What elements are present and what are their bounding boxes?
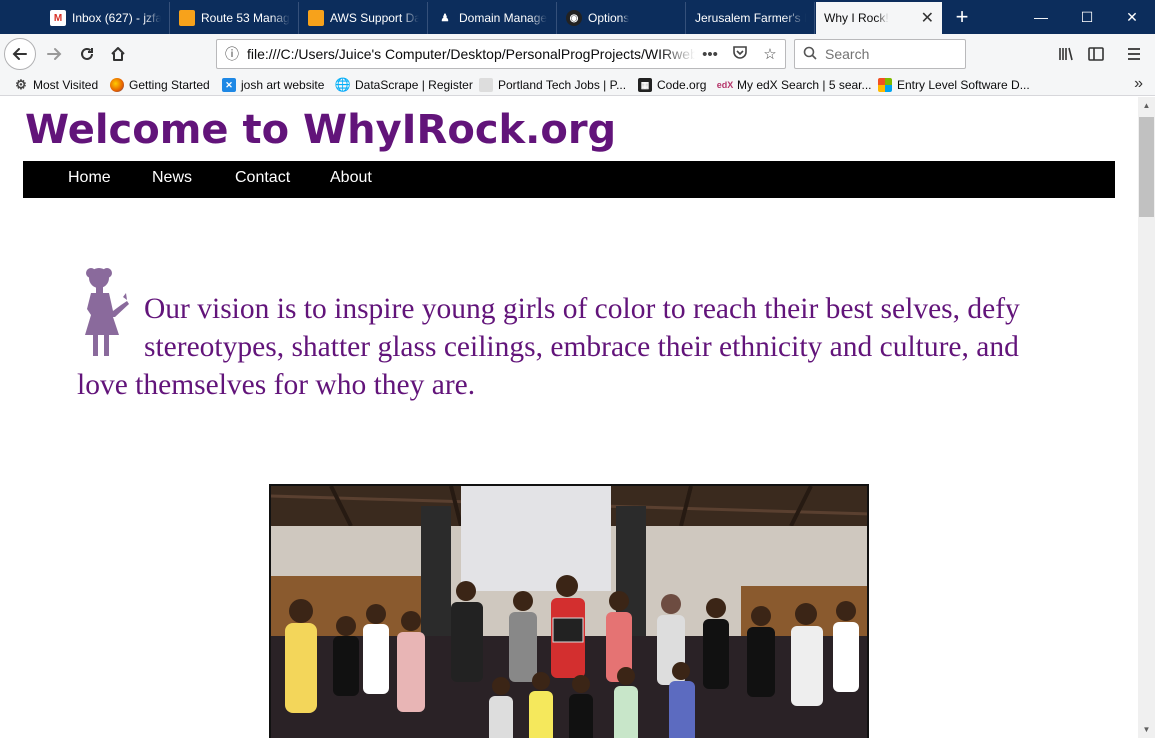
vision-statement: Our vision is to inspire young girls of … [77,268,1057,404]
bookmark-star-icon[interactable]: ☆ [755,45,785,63]
bookmark-codeorg[interactable]: ▦ Code.org [638,76,706,94]
minimize-button[interactable]: — [1018,0,1064,34]
forward-button[interactable] [40,40,68,68]
back-button[interactable] [4,38,36,70]
tab-jerusalem-farmer[interactable]: Jerusalem Farmer's P [687,2,815,34]
x-icon: ✕ [222,78,236,92]
forward-arrow-icon [47,48,62,60]
site-nav-bar: Home News Contact About [23,161,1115,198]
address-bar[interactable]: ⓘ file:///C:/Users/Juice's Computer/Desk… [216,39,786,69]
codeorg-icon: ▦ [638,78,652,92]
bookmarks-toolbar: ⚙ Most Visited Getting Started ✕ josh ar… [0,74,1155,96]
menu-button[interactable] [1120,40,1148,68]
bookmark-datascrape[interactable]: 🌐 DataScrape | Register [334,76,473,94]
bookmark-getting-started[interactable]: Getting Started [110,76,210,94]
library-button[interactable] [1052,40,1080,68]
group-photo [269,484,869,738]
navigation-toolbar: ⓘ file:///C:/Users/Juice's Computer/Desk… [0,34,1155,74]
sidebar-button[interactable] [1082,40,1110,68]
girl-silhouette-icon [85,268,129,356]
aws-box-icon [179,10,195,26]
tab-options[interactable]: ◉ Options [558,2,686,34]
maximize-button[interactable]: ☐ [1064,0,1110,34]
aws-box-icon [308,10,324,26]
edx-icon: edX [716,80,734,90]
gear-icon: ⚙ [15,77,27,92]
search-placeholder: Search [825,46,870,62]
hamburger-menu-icon [1128,48,1140,60]
bookmark-josh-art[interactable]: ✕ josh art website [222,76,324,94]
url-text[interactable]: file:///C:/Users/Juice's Computer/Deskto… [247,46,695,62]
nav-news-link[interactable]: News [152,169,192,187]
tab-aws-support[interactable]: AWS Support Da [300,2,428,34]
microsoft-icon [878,78,892,92]
pocket-icon[interactable] [725,44,755,64]
home-icon [111,47,125,61]
bookmark-most-visited[interactable]: ⚙ Most Visited [14,76,98,94]
site-title: Welcome to WhyIRock.org [25,107,617,153]
github-icon: ◉ [566,10,582,26]
nav-about-link[interactable]: About [330,169,372,187]
page-viewport: Welcome to WhyIRock.org Home News Contac… [0,97,1138,738]
back-arrow-icon [12,48,27,60]
page-scrollbar[interactable]: ▲ ▼ [1138,97,1155,738]
close-tab-icon[interactable]: ✕ [921,8,934,28]
firefox-icon [110,78,124,92]
vision-text: Our vision is to inspire young girls of … [77,293,1020,401]
tab-strip: M Inbox (627) - jzfa Route 53 Manag AWS … [0,0,1155,34]
home-button[interactable] [104,40,132,68]
reload-button[interactable] [73,40,101,68]
new-tab-button[interactable]: + [948,4,976,32]
globe-icon: 🌐 [334,77,352,92]
portland-icon [479,78,493,92]
nav-contact-link[interactable]: Contact [235,169,290,187]
close-window-button[interactable]: ✕ [1109,0,1155,34]
godaddy-icon: ♟ [440,12,450,24]
tab-domain-manager[interactable]: ♟ Domain Manage [429,2,557,34]
scroll-down-icon[interactable]: ▼ [1138,721,1155,738]
tab-why-i-rock[interactable]: Why I Rock! ✕ [816,2,942,34]
bookmark-portland-tech[interactable]: Portland Tech Jobs | P... [479,76,626,94]
search-bar[interactable]: Search [794,39,966,69]
tab-route53[interactable]: Route 53 Manag [171,2,299,34]
info-icon[interactable]: ⓘ [217,44,247,64]
group-photo-image [271,486,867,738]
bookmark-entry-level[interactable]: Entry Level Software D... [878,76,1030,94]
scrollbar-thumb[interactable] [1139,117,1154,217]
nav-home-link[interactable]: Home [68,169,111,187]
bookmark-edx[interactable]: edX My edX Search | 5 sear... [716,76,872,94]
search-icon [803,46,817,63]
page-actions-icon[interactable]: ••• [695,46,725,63]
sidebar-icon [1088,47,1104,61]
tab-inbox[interactable]: M Inbox (627) - jzfa [42,2,170,34]
library-icon [1059,47,1073,61]
reload-icon [81,47,93,60]
scroll-up-icon[interactable]: ▲ [1138,97,1155,114]
bookmarks-overflow-button[interactable]: » [1134,75,1143,93]
gmail-icon: M [50,10,66,26]
